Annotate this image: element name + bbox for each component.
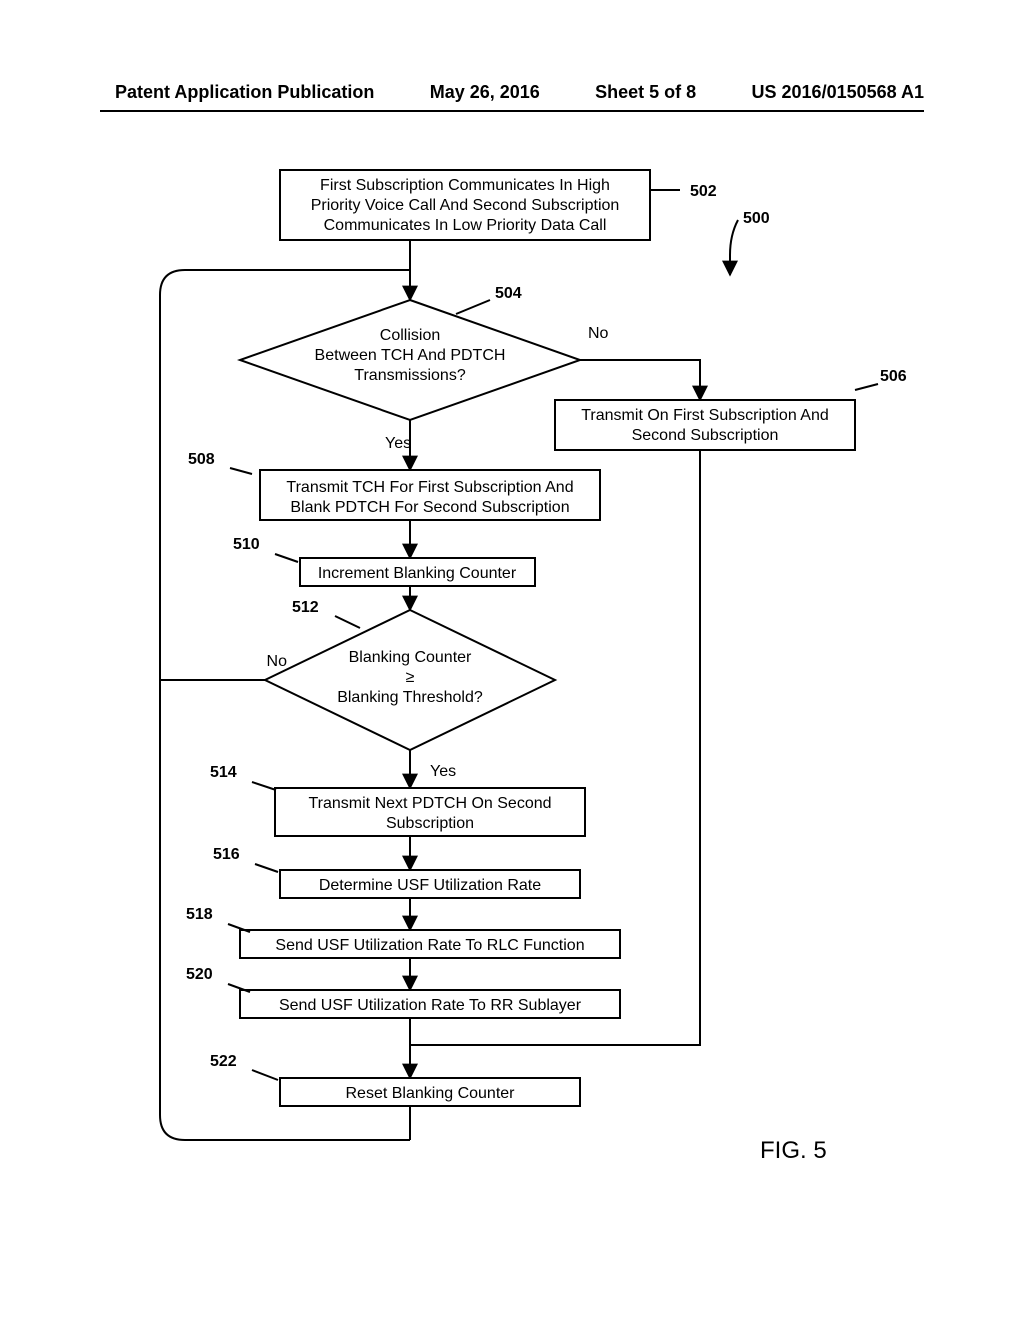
node-514-line1: Transmit Next PDTCH On Second bbox=[308, 795, 551, 812]
node-508-line1: Transmit TCH For First Subscription And bbox=[286, 479, 573, 496]
flowchart-svg: First Subscription Communicates In High … bbox=[0, 140, 1024, 1300]
node-518-line1: Send USF Utilization Rate To RLC Functio… bbox=[275, 937, 584, 954]
node-512-no: No bbox=[267, 653, 288, 670]
ref-514: 514 bbox=[210, 764, 237, 781]
node-502-line2: Priority Voice Call And Second Subscript… bbox=[311, 197, 620, 214]
node-506-line2: Second Subscription bbox=[632, 427, 779, 444]
node-504-line3: Transmissions? bbox=[354, 367, 466, 384]
node-504-line1: Collision bbox=[380, 327, 440, 344]
ref-504: 504 bbox=[495, 285, 522, 302]
figure-label: FIG. 5 bbox=[760, 1137, 827, 1164]
node-512-line2: ≥ bbox=[406, 669, 415, 686]
node-504-yes: Yes bbox=[385, 435, 411, 452]
ref-500: 500 bbox=[743, 210, 770, 227]
node-508-line2: Blank PDTCH For Second Subscription bbox=[290, 499, 569, 516]
node-504-no: No bbox=[588, 325, 609, 342]
header-pub: Patent Application Publication bbox=[115, 82, 374, 103]
node-512-line3: Blanking Threshold? bbox=[337, 689, 483, 706]
ref-522: 522 bbox=[210, 1053, 237, 1070]
node-520-line1: Send USF Utilization Rate To RR Sublayer bbox=[279, 997, 582, 1014]
ref-518: 518 bbox=[186, 906, 213, 923]
header-docnum: US 2016/0150568 A1 bbox=[752, 82, 924, 103]
ref-508: 508 bbox=[188, 451, 215, 468]
node-502-line1: First Subscription Communicates In High bbox=[320, 177, 610, 194]
page: Patent Application Publication May 26, 2… bbox=[0, 0, 1024, 1320]
header-sheet: Sheet 5 of 8 bbox=[595, 82, 696, 103]
ref-502: 502 bbox=[690, 183, 717, 200]
header-date: May 26, 2016 bbox=[430, 82, 540, 103]
node-506-line1: Transmit On First Subscription And bbox=[581, 407, 829, 424]
node-504-line2: Between TCH And PDTCH bbox=[315, 347, 506, 364]
ref-512: 512 bbox=[292, 599, 319, 616]
node-516-line1: Determine USF Utilization Rate bbox=[319, 877, 541, 894]
ref-520: 520 bbox=[186, 966, 213, 983]
node-522-line1: Reset Blanking Counter bbox=[346, 1085, 516, 1102]
ref-516: 516 bbox=[213, 846, 240, 863]
ref-510: 510 bbox=[233, 536, 260, 553]
node-502-line3: Communicates In Low Priority Data Call bbox=[324, 217, 607, 234]
header-rule bbox=[100, 110, 924, 112]
node-512-yes: Yes bbox=[430, 763, 456, 780]
node-514-line2: Subscription bbox=[386, 815, 474, 832]
page-header: Patent Application Publication May 26, 2… bbox=[115, 82, 924, 103]
node-510-line1: Increment Blanking Counter bbox=[318, 565, 517, 582]
node-512-line1: Blanking Counter bbox=[349, 649, 472, 666]
ref-506: 506 bbox=[880, 368, 907, 385]
